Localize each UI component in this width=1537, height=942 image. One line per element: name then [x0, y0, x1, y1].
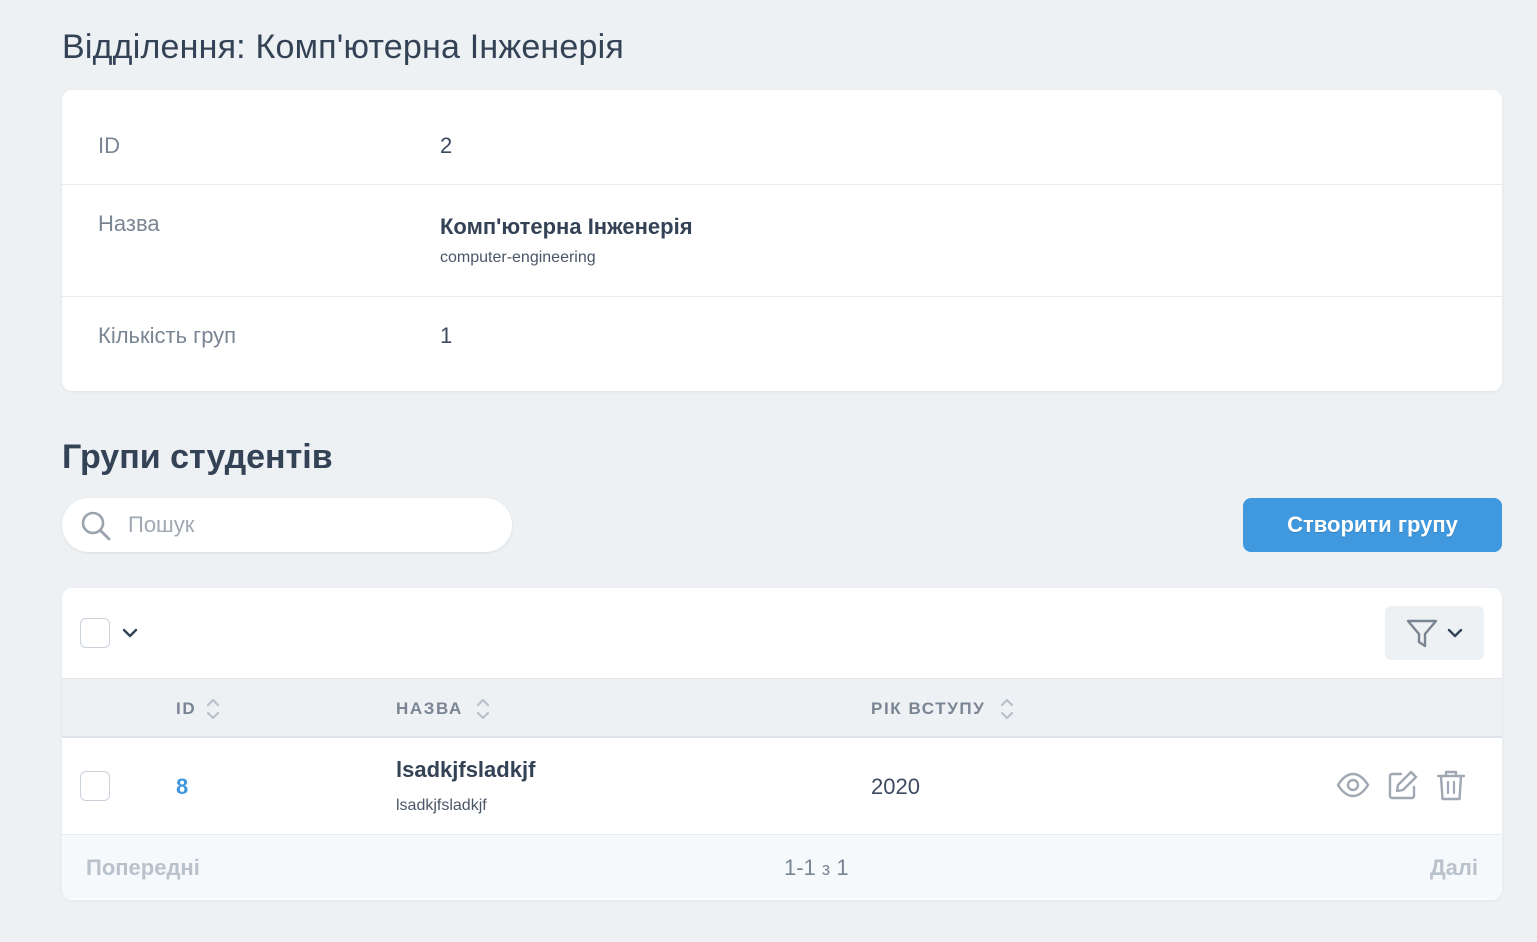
row-id-link[interactable]: 8: [176, 774, 188, 800]
filter-button[interactable]: [1385, 606, 1484, 660]
detail-row-name: Назва Комп'ютерна Інженерія computer-eng…: [62, 185, 1502, 297]
groups-count-label: Кількість груп: [98, 323, 237, 348]
next-page-button[interactable]: Далі: [1430, 855, 1478, 881]
page-title: Відділення: Комп'ютерна Інженерія: [62, 28, 624, 66]
search-icon: [81, 511, 111, 541]
sort-icon[interactable]: [206, 696, 220, 722]
department-details-card: ID 2 Назва Комп'ютерна Інженерія compute…: [62, 90, 1502, 391]
create-group-button[interactable]: Створити групу: [1243, 498, 1502, 552]
id-label: ID: [98, 133, 120, 158]
table-toolbar: [62, 588, 1502, 678]
chevron-down-icon[interactable]: [122, 626, 138, 640]
page-info: 1-1 з 1: [784, 855, 849, 881]
page-total: 1: [836, 855, 849, 880]
trash-icon[interactable]: [1435, 768, 1467, 802]
row-year: 2020: [871, 774, 920, 799]
filter-icon: [1406, 619, 1438, 648]
row-name: lsadkjfsladkjf: [396, 757, 536, 782]
groups-section-title: Групи студентів: [62, 438, 333, 476]
detail-row-groups-count: Кількість груп 1: [62, 297, 1502, 391]
prev-page-button[interactable]: Попередні: [86, 855, 200, 881]
column-header-name[interactable]: НАЗВА: [396, 699, 463, 719]
detail-row-id: ID 2: [62, 90, 1502, 185]
eye-icon[interactable]: [1336, 768, 1370, 802]
column-header-year[interactable]: РІК ВСТУПУ: [871, 699, 985, 719]
groups-table: ID НАЗВА РІК ВСТУПУ 8 lsadkjfsladkjf lsa…: [62, 588, 1502, 900]
row-checkbox[interactable]: [80, 771, 110, 801]
sort-icon[interactable]: [476, 696, 490, 722]
sort-icon[interactable]: [1000, 696, 1014, 722]
name-value: Комп'ютерна Інженерія: [440, 214, 693, 239]
column-header-id[interactable]: ID: [176, 699, 196, 719]
name-slug: computer-engineering: [440, 249, 596, 266]
name-label: Назва: [98, 211, 160, 236]
id-value: 2: [440, 133, 453, 158]
row-slug: lsadkjfsladkjf: [396, 797, 487, 814]
page-range: 1-1: [784, 855, 816, 880]
table-row: 8 lsadkjfsladkjf lsadkjfsladkjf 2020: [62, 738, 1502, 835]
edit-icon[interactable]: [1386, 768, 1420, 802]
page-of: з: [821, 859, 831, 879]
groups-count-value: 1: [440, 323, 453, 348]
search-box: [62, 498, 512, 552]
table-header: ID НАЗВА РІК ВСТУПУ: [62, 678, 1502, 738]
search-input[interactable]: [128, 508, 488, 542]
select-all-checkbox[interactable]: [80, 618, 110, 648]
chevron-down-icon: [1447, 628, 1463, 638]
table-pagination: Попередні 1-1 з 1 Далі: [62, 835, 1502, 899]
